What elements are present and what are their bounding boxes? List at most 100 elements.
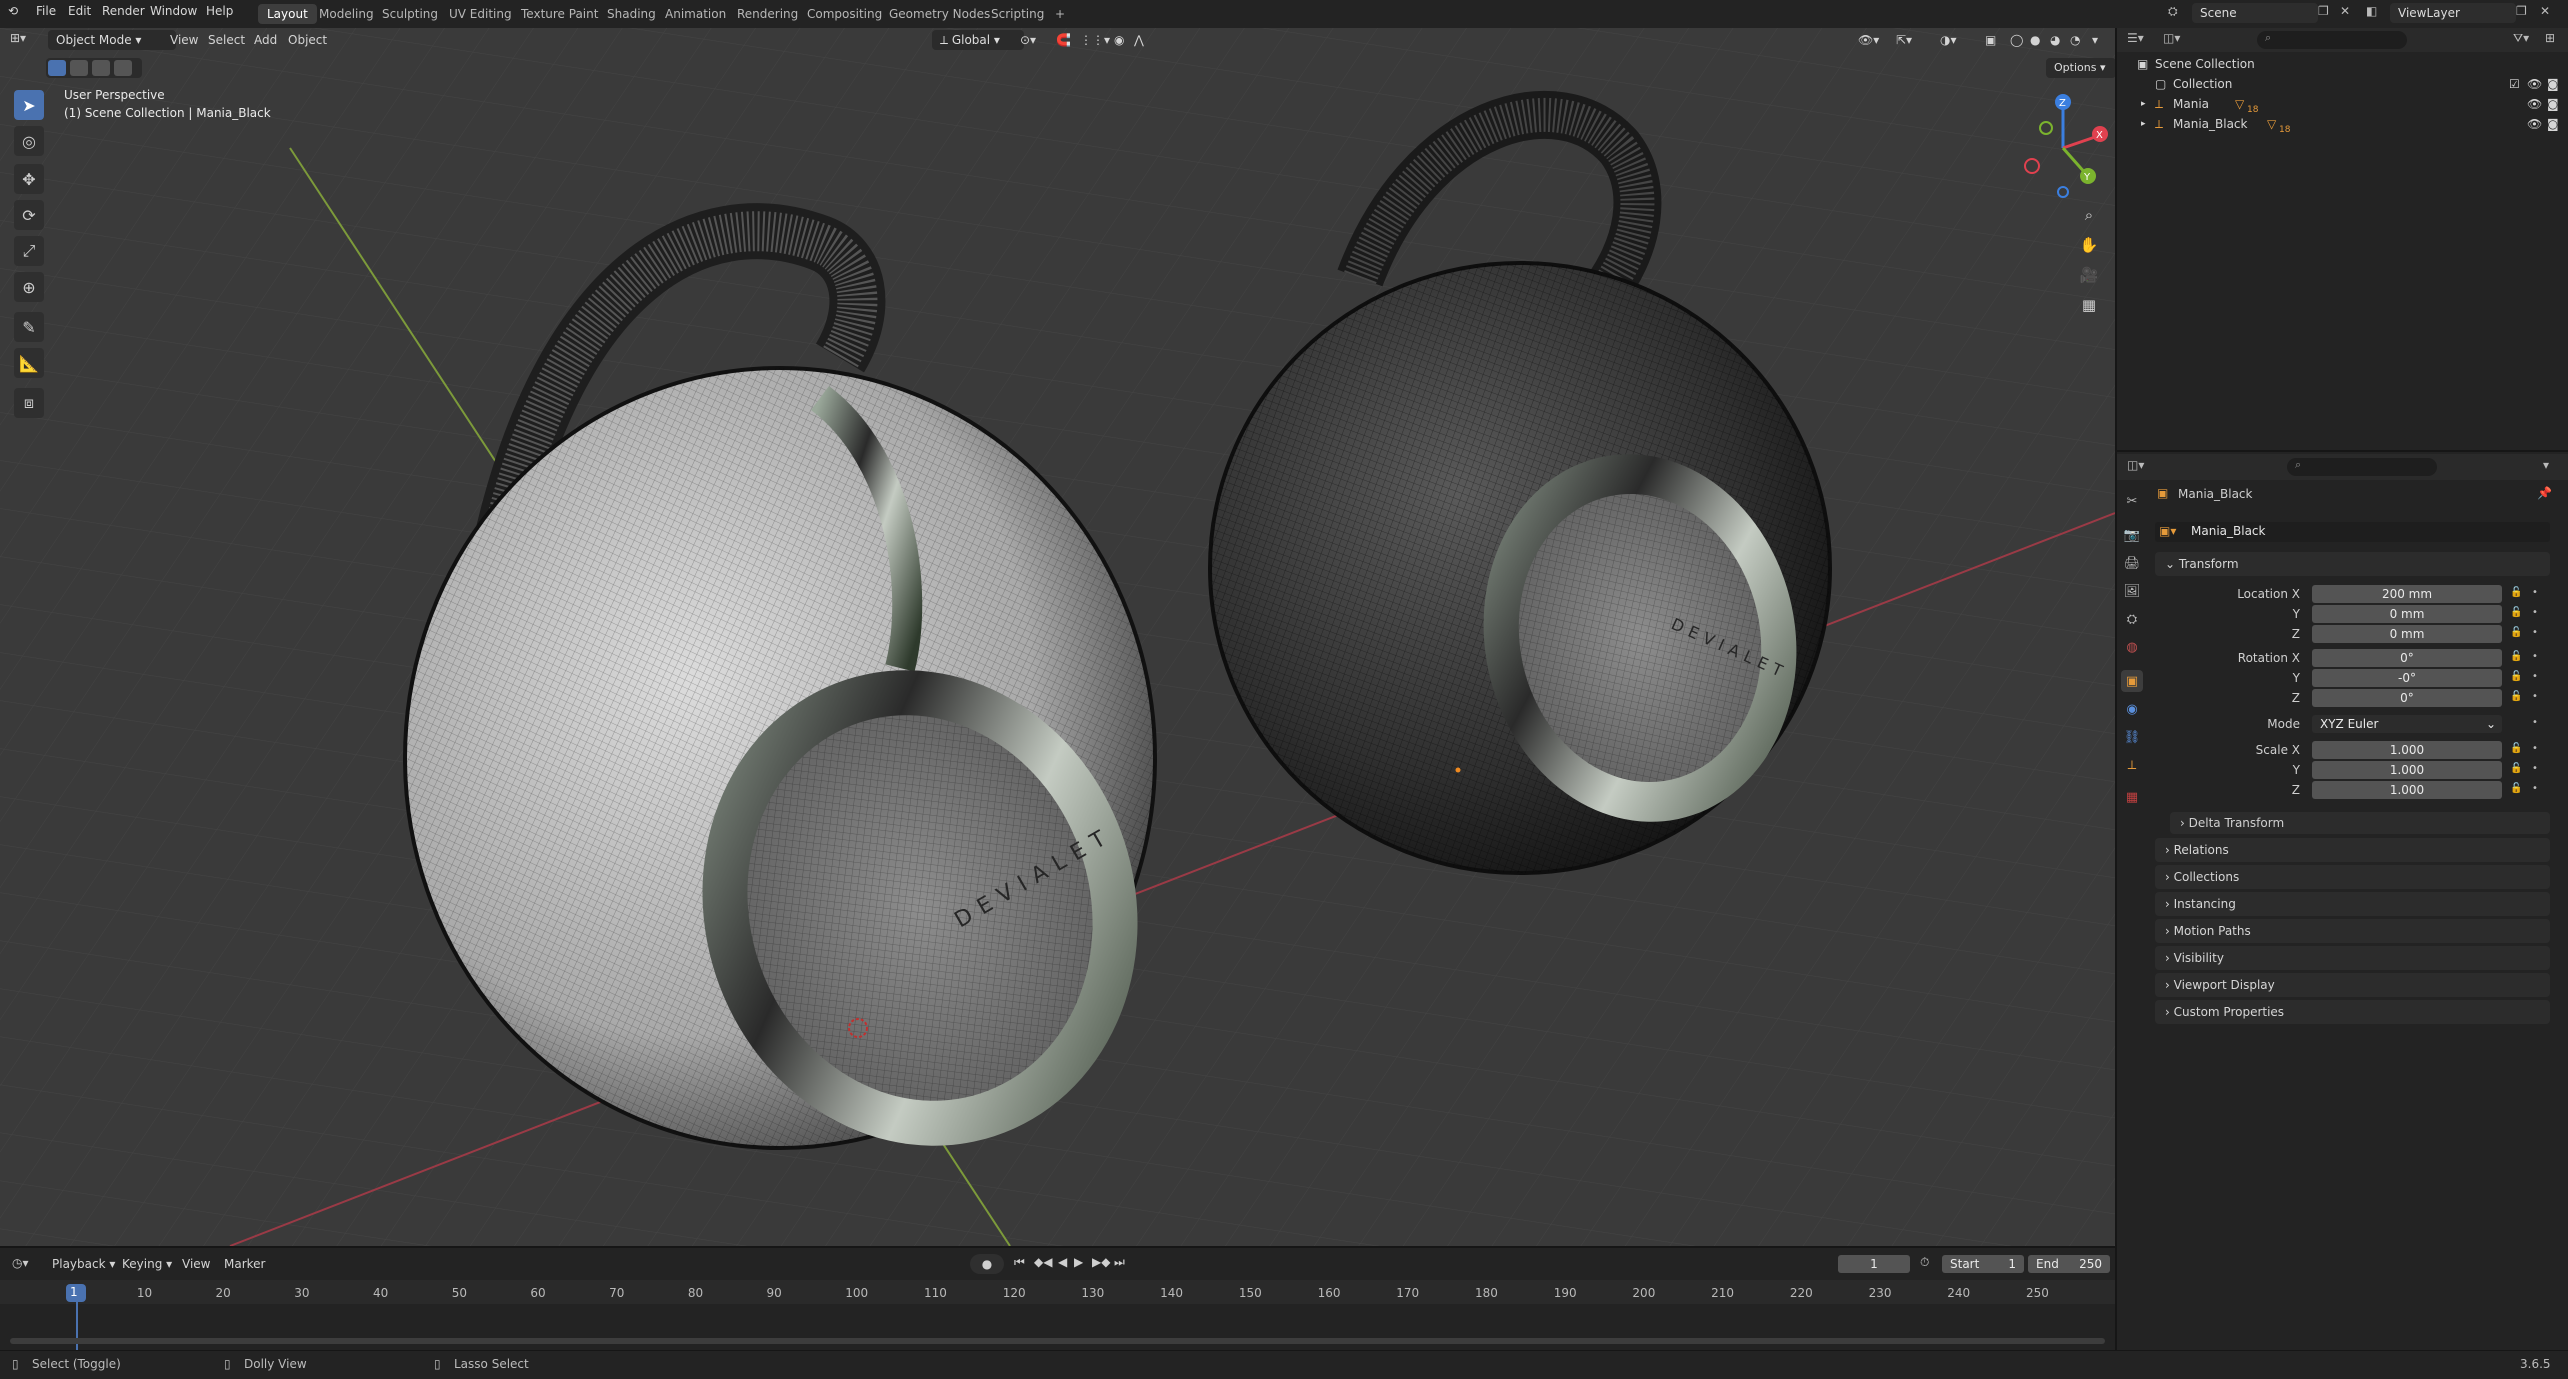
measure-tool[interactable]: 📐	[14, 348, 44, 378]
select-invert-icon[interactable]	[114, 60, 132, 76]
lock-icon[interactable]: 🔓	[2510, 783, 2522, 794]
shading-options-icon[interactable]: ▾	[2092, 30, 2098, 50]
ortho-grid-icon[interactable]: ▦	[2076, 292, 2102, 318]
visibility-filter-icon[interactable]: 👁▾	[1858, 30, 1879, 50]
snap-icon[interactable]: 🧲	[1056, 30, 1071, 50]
record-icon[interactable]: ●	[970, 1254, 1004, 1274]
properties-options-icon[interactable]: ▾	[2543, 458, 2549, 472]
location-z-field[interactable]: 0 mm	[2312, 625, 2502, 643]
lock-icon[interactable]: 🔓	[2510, 587, 2522, 598]
tab-texture-paint[interactable]: Texture Paint	[512, 4, 607, 24]
close-view-layer-icon[interactable]: ✕	[2540, 4, 2550, 18]
menu-object[interactable]: Object	[288, 30, 327, 50]
tab-animation[interactable]: Animation	[656, 4, 735, 24]
pin-icon[interactable]: 📌	[2537, 486, 2552, 500]
keyframe-dot-icon[interactable]: •	[2532, 607, 2538, 618]
menu-render[interactable]: Render	[102, 4, 145, 18]
tab-layout[interactable]: Layout	[258, 4, 317, 24]
overlay-toggle-icon[interactable]: ◑▾	[1940, 30, 1957, 50]
outliner-editor-icon[interactable]: ☰▾	[2127, 31, 2144, 45]
menu-marker[interactable]: Marker	[224, 1254, 265, 1274]
physics-tab-icon[interactable]: ◉	[2121, 698, 2143, 720]
start-frame-field[interactable]: Start 1	[1942, 1255, 2024, 1273]
options-dropdown[interactable]: Options ▾	[2046, 58, 2115, 78]
material-shading-icon[interactable]: ◕	[2050, 30, 2060, 50]
scene-selector[interactable]: Scene	[2192, 3, 2318, 23]
tab-sculpting[interactable]: Sculpting	[373, 4, 447, 24]
rotation-z-field[interactable]: 0°	[2312, 689, 2502, 707]
menu-timeline-view[interactable]: View	[182, 1254, 210, 1274]
3d-viewport[interactable]: DEVIALET DEVIALET ⊞▾ Object Mode ▾ View …	[0, 28, 2115, 1246]
gizmo-toggle-icon[interactable]: ⇱▾	[1896, 30, 1912, 50]
rotation-mode-select[interactable]: XYZ Euler ⌄	[2312, 715, 2502, 733]
timeline-scrollbar[interactable]	[10, 1338, 2105, 1344]
rendered-shading-icon[interactable]: ◔	[2070, 30, 2080, 50]
transform-panel-header[interactable]: ⌄ Transform	[2155, 552, 2550, 576]
outliner-row-mania-black[interactable]: ▸ ⟂ Mania_Black ▽ 18 👁 ◙	[2117, 114, 2568, 135]
rotation-x-field[interactable]: 0°	[2312, 649, 2502, 667]
clock-icon[interactable]: ⏱	[1920, 1255, 1929, 1270]
pan-hand-icon[interactable]: ✋	[2076, 232, 2102, 258]
rotation-y-field[interactable]: -0°	[2312, 669, 2502, 687]
jump-start-icon[interactable]: ⏮	[1014, 1255, 1025, 1270]
lock-icon[interactable]: 🔓	[2510, 671, 2522, 682]
select-subtract-icon[interactable]	[92, 60, 110, 76]
pivot-icon[interactable]: ⊙▾	[1020, 30, 1036, 50]
tab-rendering[interactable]: Rendering	[728, 4, 807, 24]
render-tab-icon[interactable]: 📷	[2121, 524, 2143, 546]
render-camera-icon[interactable]: ◙	[2547, 94, 2559, 114]
keyframe-dot-icon[interactable]: •	[2532, 587, 2538, 598]
lock-icon[interactable]: 🔓	[2510, 763, 2522, 774]
eye-icon[interactable]: 👁	[2527, 94, 2542, 114]
render-camera-icon[interactable]: ◙	[2547, 114, 2559, 134]
end-frame-field[interactable]: End 250	[2028, 1255, 2110, 1273]
tab-shading[interactable]: Shading	[598, 4, 665, 24]
menu-file[interactable]: File	[36, 4, 56, 18]
outliner-row-scene-collection[interactable]: ▣ Scene Collection	[2117, 54, 2568, 74]
tool-tab-icon[interactable]: ✂	[2121, 490, 2143, 512]
constraints-tab-icon[interactable]: ⛓	[2121, 726, 2143, 748]
close-scene-icon[interactable]: ✕	[2340, 4, 2350, 18]
xray-icon[interactable]: ▣	[1985, 30, 1996, 50]
next-keyframe-icon[interactable]: ▶◆	[1092, 1255, 1110, 1269]
visibility-panel-header[interactable]: › Visibility	[2155, 946, 2550, 970]
menu-view[interactable]: View	[170, 30, 198, 50]
menu-add[interactable]: Add	[254, 30, 277, 50]
new-collection-icon[interactable]: ⊞	[2545, 31, 2555, 45]
properties-editor-icon[interactable]: ◫▾	[2127, 458, 2144, 472]
keyframe-dot-icon[interactable]: •	[2532, 783, 2538, 794]
copy-scene-icon[interactable]: ❐	[2318, 4, 2329, 18]
keyframe-dot-icon[interactable]: •	[2532, 717, 2538, 728]
play-reverse-icon[interactable]: ◀	[1058, 1255, 1067, 1269]
exclude-checkbox[interactable]: ☑	[2509, 74, 2520, 94]
editor-type-icon[interactable]: ⊞▾	[10, 31, 26, 45]
filter-icon[interactable]: ⛛▾	[2513, 31, 2529, 46]
outliner-search-input[interactable]: ⌕	[2257, 31, 2407, 49]
blender-logo-icon[interactable]: ⟲	[8, 4, 18, 18]
location-y-field[interactable]: 0 mm	[2312, 605, 2502, 623]
tab-compositing[interactable]: Compositing	[798, 4, 891, 24]
mode-selector[interactable]: Object Mode ▾	[48, 30, 176, 50]
custom-properties-panel-header[interactable]: › Custom Properties	[2155, 1000, 2550, 1024]
transform-orientation-selector[interactable]: ⟂ Global ▾	[932, 30, 1024, 50]
instancing-panel-header[interactable]: › Instancing	[2155, 892, 2550, 916]
current-frame-field[interactable]: 1	[1838, 1255, 1910, 1273]
move-tool[interactable]: ✥	[14, 164, 44, 194]
keyframe-dot-icon[interactable]: •	[2532, 627, 2538, 638]
texture-tab-icon[interactable]: ▦	[2121, 786, 2143, 808]
view-layer-tab-icon[interactable]: 🖼	[2121, 580, 2143, 602]
tab-modeling[interactable]: Modeling	[310, 4, 383, 24]
add-workspace-button[interactable]: +	[1046, 4, 1074, 24]
camera-view-icon[interactable]: 🎥	[2076, 262, 2102, 288]
play-icon[interactable]: ▶	[1074, 1255, 1083, 1269]
keyframe-dot-icon[interactable]: •	[2532, 691, 2538, 702]
display-mode-icon[interactable]: ◫▾	[2163, 31, 2180, 45]
object-data-tab-icon[interactable]: ⟂	[2121, 754, 2143, 776]
lock-icon[interactable]: 🔓	[2510, 691, 2522, 702]
scale-tool[interactable]: ⤢	[14, 236, 44, 266]
expand-arrow-icon[interactable]: ▸	[2141, 94, 2146, 114]
solid-shading-icon[interactable]: ●	[2030, 30, 2040, 50]
menu-select[interactable]: Select	[208, 30, 245, 50]
world-tab-icon[interactable]: ◍	[2121, 636, 2143, 658]
keyframe-dot-icon[interactable]: •	[2532, 743, 2538, 754]
